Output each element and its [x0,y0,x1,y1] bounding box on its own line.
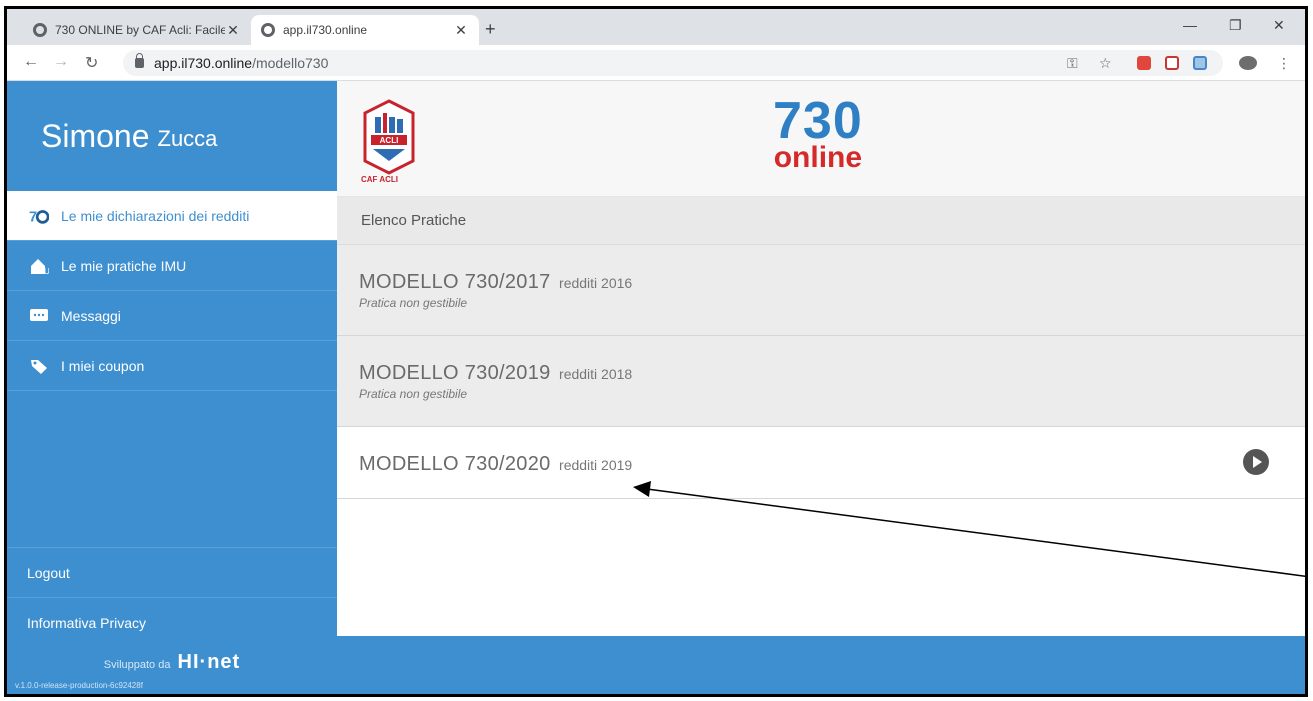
app-area: Simone Zucca 7 Le mie dichiarazioni dei … [7,81,1305,694]
pratica-row-2019: MODELLO 730/2019 redditi 2018 Pratica no… [337,336,1305,427]
star-icon[interactable]: ☆ [1099,55,1112,72]
version-label: v.1.0.0-release-production-6c92428f [15,681,143,690]
browser-tab-caf[interactable]: 730 ONLINE by CAF Acli: Facile, S ✕ [23,15,251,45]
user-name: Simone Zucca [7,81,337,191]
url-host: app.il730.online [154,55,253,71]
lock-icon [135,53,144,68]
logo-number: 730 [773,92,863,150]
sidebar-item-label: Le mie pratiche IMU [61,257,187,274]
sidebar-item-coupon[interactable]: I miei coupon [7,341,337,391]
browser-tab-app[interactable]: app.il730.online ✕ [251,15,479,45]
sidebar-item-dichiarazioni[interactable]: 7 Le mie dichiarazioni dei redditi [7,191,337,241]
user-first-name: Simone [41,117,150,154]
row-title: MODELLO 730/2019 [359,362,551,384]
footer-bar [337,636,1305,694]
sidebar-item-messaggi[interactable]: Messaggi [7,291,337,341]
developed-by: Sviluppato da HI·net [7,651,337,674]
pratica-row-2020[interactable]: MODELLO 730/2020 redditi 2019 [337,427,1305,499]
extension-lock-icon[interactable] [1137,56,1151,70]
close-icon[interactable]: ✕ [453,22,469,39]
caf-acli-label: CAF ACLI [361,175,399,184]
row-title: MODELLO 730/2017 [359,271,551,293]
tab-label: 730 ONLINE by CAF Acli: Facile, S [55,23,225,37]
reload-icon[interactable]: ↻ [85,53,98,73]
key-icon[interactable]: ⚿ [1067,55,1078,72]
menu-kebab-icon[interactable]: ⋮ [1277,55,1291,72]
developer-logo[interactable]: HI·net [178,651,241,673]
house-icon: U [29,257,49,275]
sidebar-item-label: Messaggi [61,307,121,324]
row-note: Pratica non gestibile [359,387,468,401]
address-bar[interactable]: app.il730.online/modello730 [123,50,1223,76]
row-year: redditi 2019 [559,457,633,473]
url-path: /modello730 [252,55,329,71]
logo-subtitle: online [773,141,863,174]
row-year: redditi 2018 [559,366,633,382]
row-year: redditi 2016 [559,275,633,291]
profile-avatar-icon[interactable] [1239,56,1257,70]
play-arrow-icon[interactable] [1243,449,1269,475]
sidebar-item-imu[interactable]: U Le mie pratiche IMU [7,241,337,291]
globe-icon [33,23,47,37]
sidebar-item-label: Informativa Privacy [27,614,147,631]
730-icon: 7 [29,207,49,225]
sidebar-item-label: Le mie dichiarazioni dei redditi [61,207,250,224]
forward-icon[interactable]: → [53,53,69,71]
sidebar: Simone Zucca 7 Le mie dichiarazioni dei … [7,81,337,694]
new-tab-icon[interactable]: + [485,19,496,40]
sidebar-bottom: Logout Informativa Privacy [7,547,337,647]
svg-text:U: U [44,267,49,275]
730-online-logo: 730 online [773,95,863,173]
close-icon[interactable]: ✕ [225,22,241,39]
user-last-name: Zucca [157,126,218,151]
screenshot-frame: 730 ONLINE by CAF Acli: Facile, S ✕ app.… [4,6,1308,697]
browser-toolbar: ← → ↻ app.il730.online/modello730 ⚿ ☆ ⋮ [7,45,1305,81]
logout-link[interactable]: Logout [7,547,337,597]
main-content: ACLI CAF ACLI 730 online Elenco Pratiche… [337,81,1305,694]
tag-icon [29,357,49,375]
caf-acli-logo[interactable]: ACLI [361,99,417,179]
back-icon[interactable]: ← [23,53,39,71]
developed-by-label: Sviluppato da [103,659,171,671]
pratica-row-2017: MODELLO 730/2017 redditi 2016 Pratica no… [337,245,1305,336]
sidebar-item-label: I miei coupon [61,357,145,374]
sidebar-item-label: Logout [27,564,70,581]
tab-label: app.il730.online [283,23,368,37]
row-title: MODELLO 730/2020 [359,453,551,475]
window-close-icon[interactable]: ✕ [1273,17,1285,34]
privacy-link[interactable]: Informativa Privacy [7,597,337,647]
globe-icon [261,23,275,37]
restore-icon[interactable]: ❐ [1229,17,1242,34]
svg-text:ACLI: ACLI [380,136,399,145]
extension-box-icon[interactable] [1193,56,1207,70]
brand-header: ACLI CAF ACLI 730 online [337,81,1305,197]
browser-tab-strip: 730 ONLINE by CAF Acli: Facile, S ✕ app.… [7,9,1305,45]
minimize-icon[interactable]: — [1183,17,1197,33]
message-icon [29,307,49,325]
row-note: Pratica non gestibile [359,296,468,310]
extension-pocket-icon[interactable] [1165,56,1179,70]
list-header: Elenco Pratiche [337,197,1305,245]
